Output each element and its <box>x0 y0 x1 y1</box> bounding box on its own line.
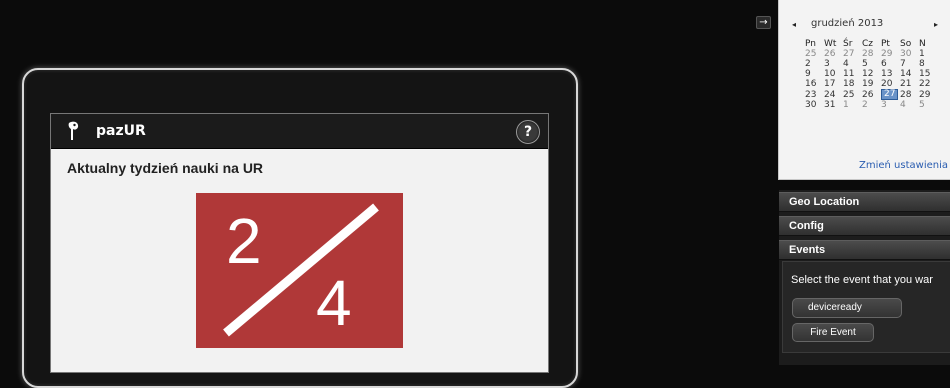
change-settings-link[interactable]: Zmień ustawienia <box>859 160 948 171</box>
calendar-month-label: grudzień 2013 <box>811 18 884 29</box>
week-total-number: 4 <box>316 267 352 339</box>
calendar-day[interactable]: 18 <box>843 79 862 89</box>
calendar-week-row: 30 31 1 2 3 4 5 <box>805 100 938 110</box>
calendar-day[interactable]: 20 <box>881 79 900 89</box>
calendar-day[interactable]: 13 <box>881 69 900 79</box>
calendar-week-row: 23 24 25 26 27 28 29 <box>805 89 938 100</box>
calendar-day[interactable]: 26 <box>862 89 881 100</box>
calendar-day[interactable]: 3 <box>824 59 843 69</box>
calendar-weekday: Pt <box>881 38 890 49</box>
calendar-day[interactable]: 29 <box>881 49 900 59</box>
calendar-weekday: Cz <box>862 38 874 49</box>
week-current-number: 2 <box>226 205 262 277</box>
calendar-next-icon[interactable]: ▸ <box>934 20 938 29</box>
page-heading: Aktualny tydzień nauki na UR <box>67 160 264 176</box>
calendar-day[interactable]: 7 <box>900 59 919 69</box>
event-select[interactable]: deviceready <box>792 298 902 318</box>
calendar-day[interactable]: 28 <box>900 89 919 100</box>
calendar-day[interactable]: 30 <box>805 100 824 110</box>
help-button[interactable]: ? <box>516 120 540 144</box>
calendar-week-row: 9 10 11 12 13 14 15 <box>805 69 938 79</box>
calendar-day[interactable]: 4 <box>843 59 862 69</box>
emulator-stage: pazUR ? Aktualny tydzień nauki na UR 2 4… <box>0 0 950 388</box>
bird-logo-icon <box>68 121 79 140</box>
calendar-weekday: Wt <box>824 38 837 49</box>
calendar-day[interactable]: 26 <box>824 49 843 59</box>
calendar-day[interactable]: 21 <box>900 79 919 89</box>
calendar-day[interactable]: 1 <box>919 49 938 59</box>
calendar-day[interactable]: 2 <box>862 100 881 110</box>
calendar-prev-icon[interactable]: ◂ <box>792 20 796 29</box>
calendar-day[interactable]: 25 <box>805 49 824 59</box>
calendar-day[interactable]: 25 <box>843 89 862 100</box>
calendar-day[interactable]: 16 <box>805 79 824 89</box>
calendar-day[interactable]: 28 <box>862 49 881 59</box>
calendar-day[interactable]: 30 <box>900 49 919 59</box>
calendar-day[interactable]: 31 <box>824 100 843 110</box>
calendar-day[interactable]: 17 <box>824 79 843 89</box>
fire-event-button[interactable]: Fire Event <box>792 323 874 342</box>
calendar-day[interactable]: 12 <box>862 69 881 79</box>
calendar-day[interactable]: 22 <box>919 79 938 89</box>
app-title: pazUR <box>96 123 146 139</box>
calendar-day[interactable]: 11 <box>843 69 862 79</box>
calendar-weekday: So <box>900 38 912 49</box>
calendar-day[interactable]: 1 <box>843 100 862 110</box>
app-header: pazUR ? <box>51 114 548 149</box>
calendar-widget: ◂ grudzień 2013 ▸ Pn Wt Śr Cz Pt So N 25 26 27 28… <box>778 0 950 180</box>
calendar-day[interactable]: 10 <box>824 69 843 79</box>
collapse-panel-button[interactable]: → <box>756 16 771 29</box>
app-screen: pazUR ? Aktualny tydzień nauki na UR 2 4 <box>50 113 549 373</box>
calendar-week-row: 2345678 <box>805 59 938 69</box>
calendar-day[interactable]: 23 <box>805 89 824 100</box>
geo-location-section[interactable]: Geo Location <box>779 192 950 212</box>
calendar-grid: Pn Wt Śr Cz Pt So N 25 26 27 28 29 30 1 2 3 4 5 6 7 8 9 10 11 1… <box>805 38 938 111</box>
tools-panel: Geo Location Config Events Select the ev… <box>779 190 950 365</box>
calendar-day[interactable]: 19 <box>862 79 881 89</box>
calendar-weekday: N <box>919 38 926 49</box>
week-indicator: 2 4 <box>196 193 403 348</box>
calendar-day[interactable]: 8 <box>919 59 938 69</box>
events-body: Select the event that you war deviceread… <box>782 261 950 353</box>
calendar-weekday: Śr <box>843 38 853 49</box>
calendar-day[interactable]: 24 <box>824 89 843 100</box>
calendar-day[interactable]: 15 <box>919 69 938 79</box>
calendar-day[interactable]: 9 <box>805 69 824 79</box>
calendar-day[interactable]: 4 <box>900 100 919 110</box>
calendar-day[interactable]: 14 <box>900 69 919 79</box>
calendar-day[interactable]: 29 <box>919 89 938 100</box>
calendar-day[interactable]: 2 <box>805 59 824 69</box>
calendar-day[interactable]: 5 <box>862 59 881 69</box>
events-instruction: Select the event that you war <box>791 274 933 286</box>
calendar-day-today[interactable]: 27 <box>881 89 900 100</box>
calendar-week-row: 16 17 18 19 20 21 22 <box>805 79 938 89</box>
calendar-day[interactable]: 6 <box>881 59 900 69</box>
calendar-day[interactable]: 3 <box>881 100 900 110</box>
calendar-day[interactable]: 27 <box>843 49 862 59</box>
calendar-weekday: Pn <box>805 38 816 49</box>
events-section[interactable]: Events <box>779 240 950 260</box>
calendar-day[interactable]: 5 <box>919 100 938 110</box>
calendar-week-row: 25 26 27 28 29 30 1 <box>805 49 938 59</box>
config-section[interactable]: Config <box>779 216 950 236</box>
